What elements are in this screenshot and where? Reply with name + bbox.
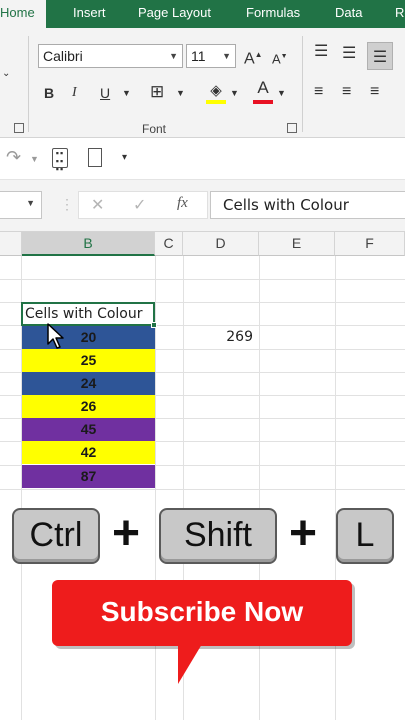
chevron-down-icon: ▼ [222, 51, 231, 61]
active-cell[interactable]: Cells with Colour [21, 302, 155, 326]
tab-data[interactable]: Data [335, 0, 362, 28]
cancel-icon[interactable]: ✕ [91, 195, 104, 215]
redo-icon[interactable]: ↷ [6, 147, 21, 167]
align-bottom-icon[interactable]: ☰ [367, 42, 393, 70]
align-center-icon[interactable]: ≡ [342, 82, 351, 102]
align-left-icon[interactable]: ≡ [314, 82, 323, 102]
bold-button[interactable]: B [44, 83, 54, 103]
grow-font-button[interactable]: A▲ [244, 45, 263, 69]
fill-color-swatch [206, 100, 226, 104]
underline-button[interactable]: U [100, 83, 110, 103]
tab-formulas[interactable]: Formulas [246, 0, 300, 28]
italic-button[interactable]: I [72, 83, 77, 103]
font-size-dropdown[interactable]: 11 ▼ [186, 44, 236, 68]
ribbon: ⌄ Calibri ▼ 11 ▼ A▲ A▼ B I U ▼ ⊞ ▼ ◈ ▼ A… [0, 28, 405, 138]
column-header-d[interactable]: D [183, 232, 259, 256]
chevron-down-icon[interactable]: ⌄ [2, 64, 10, 84]
shrink-font-label: A [272, 51, 281, 67]
column-header-e[interactable]: E [259, 232, 335, 256]
grid-line [0, 489, 405, 490]
data-cell[interactable]: 25 [22, 349, 155, 372]
ribbon-tab-bar: Home Insert Page Layout Formulas Data Re [0, 0, 405, 28]
font-group-label: Font [142, 122, 167, 136]
data-cell[interactable]: 26 [22, 395, 155, 418]
data-cell[interactable]: 45 [22, 418, 155, 441]
more-options-icon: ⋮ [60, 196, 74, 212]
grid-line [0, 279, 405, 280]
font-color-button[interactable]: A [253, 78, 273, 104]
align-top-icon[interactable]: ☰ [314, 42, 328, 62]
formula-controls: ✕ ✓ fx [78, 191, 208, 219]
enter-icon[interactable]: ✓ [133, 195, 146, 215]
font-name-dropdown[interactable]: Calibri ▼ [38, 44, 183, 68]
tab-page-layout[interactable]: Page Layout [138, 0, 211, 28]
chevron-down-icon[interactable]: ▼ [230, 83, 239, 103]
subscribe-button[interactable]: Subscribe Now [52, 580, 352, 646]
name-box[interactable]: ▼ [0, 191, 42, 219]
fill-handle[interactable] [151, 322, 157, 328]
font-size-value: 11 [191, 48, 206, 64]
group-separator [302, 36, 303, 132]
column-header-f[interactable]: F [335, 232, 405, 256]
chevron-down-icon: ▼ [26, 198, 35, 208]
data-cell[interactable]: 20 [22, 326, 155, 349]
data-cell[interactable]: 87 [22, 465, 155, 488]
chevron-down-icon[interactable]: ▼ [277, 83, 286, 103]
quick-access-toolbar: ↷ ▼ ▪▪ ▪▪ ▪▪ ▾ [0, 138, 405, 180]
data-cell[interactable]: 42 [22, 441, 155, 464]
speech-bubble-tail [178, 644, 202, 684]
mouse-cursor-icon [47, 323, 64, 349]
tab-home[interactable]: Home [0, 0, 46, 28]
chevron-down-icon: ▼ [169, 51, 178, 61]
align-middle-icon[interactable]: ☰ [342, 44, 356, 64]
tab-insert[interactable]: Insert [73, 0, 106, 28]
chevron-down-icon[interactable]: ▼ [176, 83, 185, 103]
chevron-down-icon[interactable]: ▼ [30, 149, 39, 169]
column-header-c[interactable]: C [155, 232, 183, 256]
customize-toolbar-icon[interactable]: ▾ [122, 148, 127, 168]
font-color-swatch [253, 100, 273, 104]
shrink-font-button[interactable]: A▼ [272, 47, 288, 69]
shift-key: Shift [159, 508, 277, 564]
caret-up-icon: ▲ [254, 50, 263, 59]
cell-d5[interactable]: 269 [185, 326, 257, 349]
data-cell[interactable]: 24 [22, 372, 155, 395]
ctrl-key: Ctrl [12, 508, 100, 564]
column-header-a[interactable] [0, 232, 22, 256]
caret-down-icon: ▼ [280, 53, 288, 60]
dialog-launcher-icon[interactable] [287, 123, 297, 133]
chevron-down-icon[interactable]: ▼ [122, 83, 131, 103]
formula-bar: ▼ ⋮ ✕ ✓ fx Cells with Colour [0, 180, 405, 232]
dialog-launcher-icon[interactable] [14, 123, 24, 133]
column-header-b[interactable]: B [22, 232, 155, 256]
insert-function-icon[interactable]: fx [177, 195, 188, 212]
calculator-icon[interactable]: ▪▪ ▪▪ ▪▪ [52, 148, 68, 174]
align-right-icon[interactable]: ≡ [370, 82, 379, 102]
grow-font-label: A [244, 50, 255, 68]
font-name-value: Calibri [43, 48, 83, 64]
new-document-icon[interactable] [88, 148, 102, 167]
paint-bucket-icon: ◈ [210, 82, 222, 99]
borders-icon[interactable]: ⊞ [150, 82, 164, 102]
font-color-a-icon: A [257, 78, 269, 97]
tab-review[interactable]: Re [395, 0, 405, 28]
formula-input[interactable]: Cells with Colour [210, 191, 405, 219]
plus-sign: + [289, 507, 318, 560]
group-separator [28, 36, 29, 132]
l-key: L [336, 508, 394, 564]
plus-sign: + [112, 507, 141, 560]
fill-color-button[interactable]: ◈ [206, 80, 226, 104]
